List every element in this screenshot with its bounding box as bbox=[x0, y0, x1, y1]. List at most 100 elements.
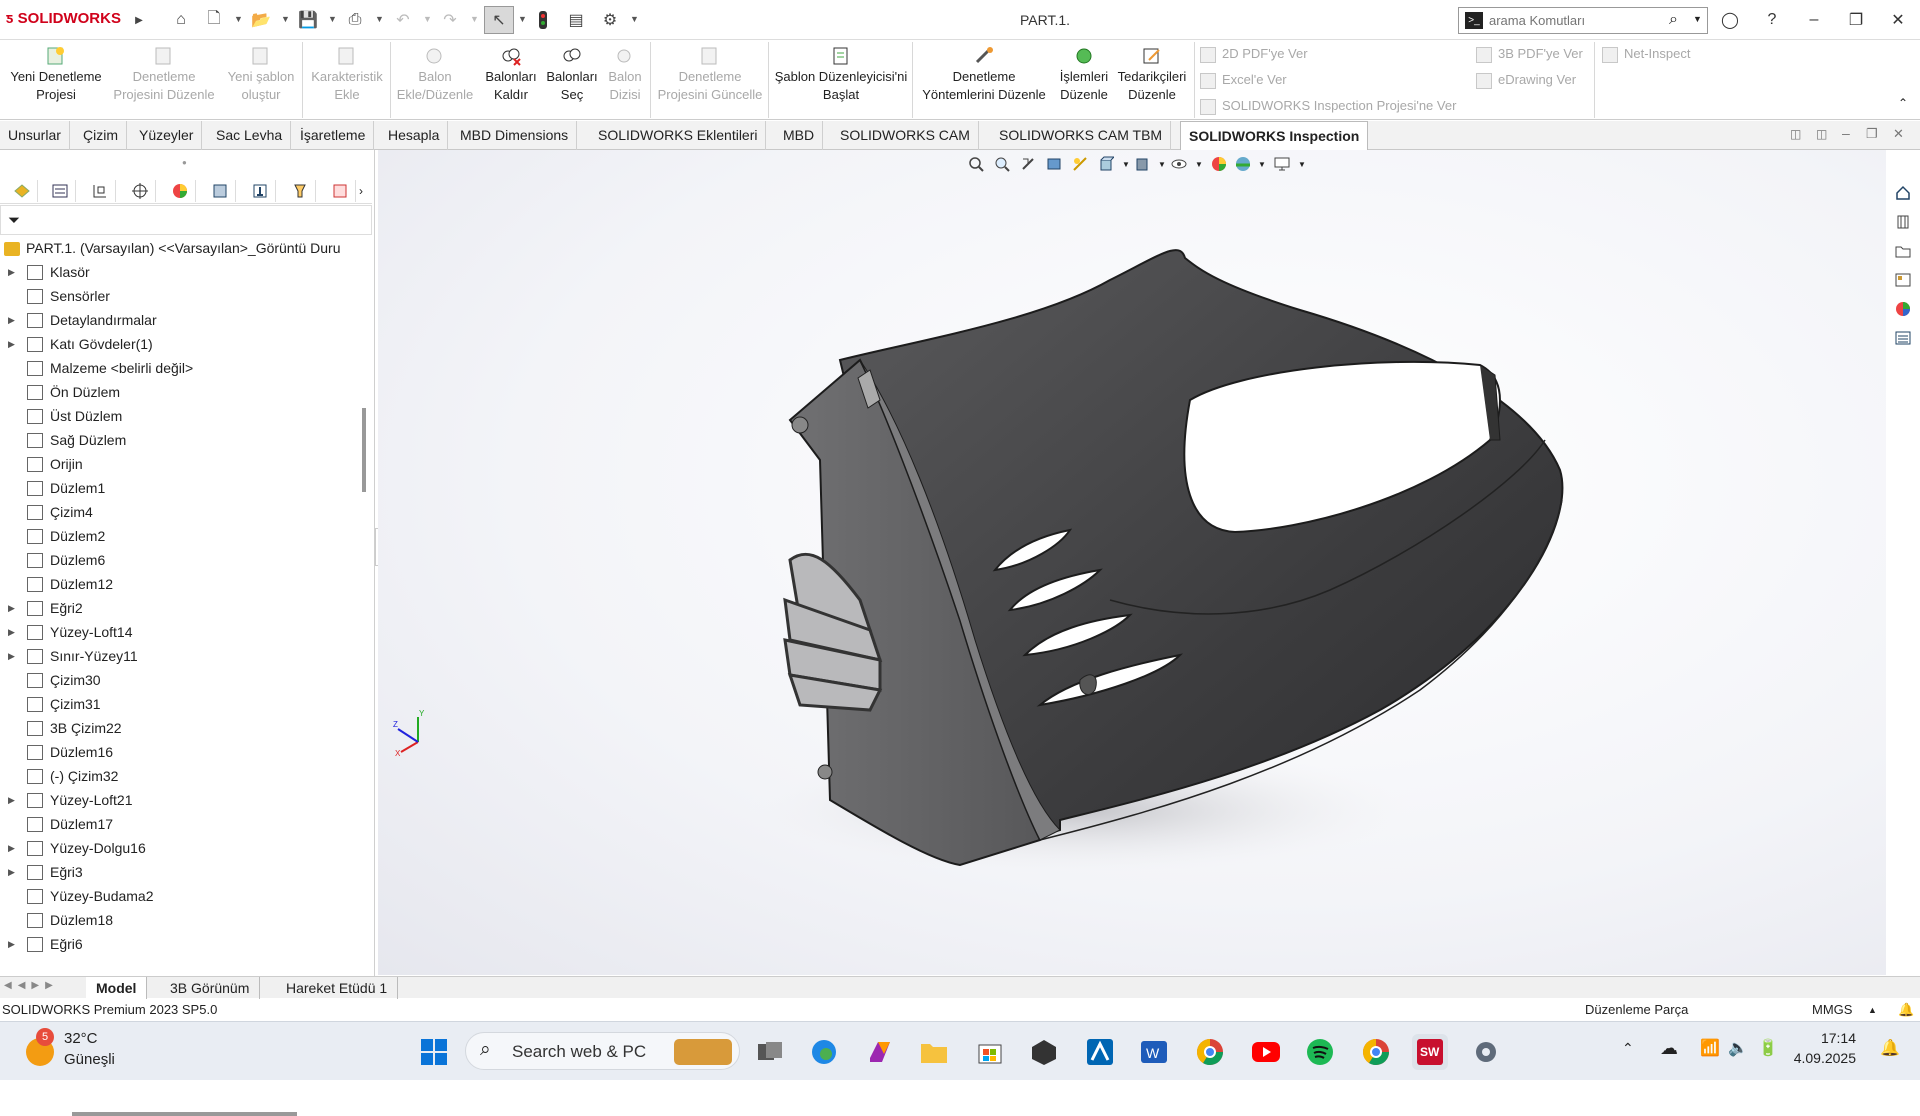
tree-item[interactable]: Düzlem16 bbox=[0, 740, 360, 764]
clock-date[interactable]: 4.09.2025 bbox=[1780, 1050, 1856, 1066]
volume-icon[interactable]: 🔈 bbox=[1728, 1038, 1748, 1058]
chevron-down-icon[interactable]: ▼ bbox=[1693, 14, 1702, 24]
tab-mbd-dimensions[interactable]: MBD Dimensions bbox=[452, 121, 578, 150]
redo-icon[interactable]: ↷ bbox=[439, 9, 461, 31]
dynamic-annotation-icon[interactable] bbox=[1069, 153, 1091, 175]
tree-vertical-scrollbar[interactable] bbox=[362, 408, 366, 492]
add-characteristic-button[interactable]: Karakteristik Ekle bbox=[306, 44, 388, 104]
panel-splitter-handle[interactable]: ● bbox=[182, 158, 187, 167]
new-template-button[interactable]: Yeni şablon oluştur bbox=[222, 44, 300, 104]
word-icon[interactable]: W bbox=[1136, 1034, 1172, 1070]
search-input[interactable] bbox=[1489, 13, 1659, 28]
tree-item[interactable]: Üst Düzlem bbox=[0, 404, 360, 428]
chevron-down-icon[interactable]: ▼ bbox=[1251, 153, 1273, 175]
tree-expand-arrow-icon[interactable]: ▶ bbox=[8, 836, 15, 860]
chevron-down-icon[interactable]: ▼ bbox=[281, 14, 290, 24]
cam-operation-tab-icon[interactable] bbox=[244, 180, 276, 202]
windows-start-icon[interactable] bbox=[416, 1034, 452, 1070]
hide-show-items-icon[interactable] bbox=[1168, 153, 1190, 175]
display-style-icon[interactable] bbox=[1131, 153, 1153, 175]
tree-item[interactable]: ▶ Eğri2 bbox=[0, 596, 360, 620]
tab-solidworks-cam[interactable]: SOLIDWORKS CAM bbox=[832, 121, 979, 150]
tree-item[interactable]: Malzeme <belirli değil> bbox=[0, 356, 360, 380]
add-balloon-button[interactable]: Balon Ekle/Düzenle bbox=[394, 44, 476, 104]
tree-item[interactable]: ▶ Eğri6 bbox=[0, 932, 360, 956]
graphics-viewport[interactable]: Y X Z bbox=[378, 150, 1886, 975]
tree-item[interactable]: Sağ Düzlem bbox=[0, 428, 360, 452]
tree-item[interactable]: Orijin bbox=[0, 452, 360, 476]
restore-document-icon[interactable]: ❐ bbox=[1866, 126, 1878, 142]
tree-item[interactable]: Çizim31 bbox=[0, 692, 360, 716]
chevron-down-icon[interactable]: ▼ bbox=[423, 14, 432, 24]
tree-expand-arrow-icon[interactable]: ▶ bbox=[8, 860, 15, 884]
tree-item[interactable]: ▶ Eğri3 bbox=[0, 860, 360, 884]
options-gear-icon[interactable]: ⚙ bbox=[599, 9, 621, 31]
export-edrawing-button[interactable]: eDrawing Ver bbox=[1476, 72, 1576, 89]
view-settings-monitor-icon[interactable] bbox=[1271, 153, 1293, 175]
onedrive-cloud-icon[interactable]: ☁ bbox=[1660, 1038, 1678, 1059]
chevron-down-icon[interactable]: ▼ bbox=[234, 14, 243, 24]
tree-item[interactable]: ▶ Klasör bbox=[0, 260, 360, 284]
tree-filter-box[interactable]: ⏷ bbox=[0, 205, 372, 235]
feature-manager-tab-icon[interactable] bbox=[6, 180, 38, 202]
select-cursor-icon[interactable]: ↖ bbox=[484, 6, 514, 34]
youtube-icon[interactable] bbox=[1248, 1034, 1284, 1070]
tray-overflow-chevron-icon[interactable]: ⌃ bbox=[1622, 1040, 1634, 1057]
edit-appearance-icon[interactable] bbox=[1208, 153, 1230, 175]
tree-item[interactable]: ▶ Yüzey-Loft21 bbox=[0, 788, 360, 812]
tab-model[interactable]: Model bbox=[86, 977, 148, 999]
collapse-ribbon-icon[interactable]: ⌃ bbox=[1898, 96, 1908, 110]
tab-sac-levha[interactable]: Sac Levha bbox=[208, 121, 292, 150]
clock-time[interactable]: 17:14 bbox=[1800, 1030, 1856, 1046]
chevron-down-icon[interactable]: ▼ bbox=[1291, 153, 1313, 175]
tab-hesapla[interactable]: Hesapla bbox=[380, 121, 449, 150]
copilot-icon[interactable] bbox=[862, 1034, 898, 1070]
file-explorer-taskbar-icon[interactable] bbox=[916, 1034, 952, 1070]
more-tabs-chevron-icon[interactable]: › bbox=[352, 180, 370, 202]
status-units[interactable]: MMGS bbox=[1812, 999, 1852, 1021]
edit-vendors-button[interactable]: Tedarikçileri Düzenle bbox=[1116, 44, 1188, 104]
tile-left-icon[interactable]: ◫ bbox=[1790, 127, 1801, 141]
tree-item[interactable]: ▶ Detaylandırmalar bbox=[0, 308, 360, 332]
chevron-down-icon[interactable]: ▼ bbox=[1188, 153, 1210, 175]
solidworks-logo[interactable]: ƽ SOLIDWORKS bbox=[6, 10, 121, 27]
chevron-down-icon[interactable]: ▼ bbox=[328, 14, 337, 24]
search-commands-box[interactable]: >_ ⌕ ▼ bbox=[1458, 7, 1708, 34]
tree-item[interactable]: Düzlem6 bbox=[0, 548, 360, 572]
appearances-scenes-icon[interactable] bbox=[1893, 299, 1913, 319]
user-account-icon[interactable]: ◯ bbox=[1713, 6, 1747, 34]
minimize-icon[interactable]: – bbox=[1797, 6, 1831, 34]
export-excel-button[interactable]: Excel'e Ver bbox=[1200, 72, 1287, 89]
tree-expand-arrow-icon[interactable]: ▶ bbox=[8, 260, 15, 284]
wifi-icon[interactable]: 📶 bbox=[1700, 1038, 1720, 1058]
iron-model-3d[interactable] bbox=[378, 150, 1886, 975]
tree-item[interactable]: Çizim4 bbox=[0, 500, 360, 524]
net-inspect-button[interactable]: Net-Inspect bbox=[1602, 46, 1690, 63]
tree-expand-arrow-icon[interactable]: ▶ bbox=[8, 332, 15, 356]
tile-right-icon[interactable]: ◫ bbox=[1816, 127, 1827, 141]
tab-mbd[interactable]: MBD bbox=[775, 121, 824, 150]
home-icon[interactable]: ⌂ bbox=[170, 9, 192, 31]
help-icon[interactable]: ? bbox=[1755, 6, 1789, 34]
remove-balloons-button[interactable]: Balonları Kaldır bbox=[478, 44, 544, 104]
tree-expand-arrow-icon[interactable]: ▶ bbox=[8, 644, 15, 668]
battery-icon[interactable]: 🔋 bbox=[1758, 1038, 1778, 1058]
tree-expand-arrow-icon[interactable]: ▶ bbox=[8, 620, 15, 644]
file-explorer-icon[interactable] bbox=[1893, 241, 1913, 261]
zoom-to-area-icon[interactable] bbox=[991, 153, 1013, 175]
balloon-array-button[interactable]: Balon Dizisi bbox=[602, 44, 648, 104]
tab-unsurlar[interactable]: Unsurlar bbox=[0, 121, 70, 150]
new-inspection-project-button[interactable]: Yeni Denetleme Projesi bbox=[4, 44, 108, 104]
edit-methods-button[interactable]: Denetleme Yöntemlerini Düzenle bbox=[916, 44, 1052, 104]
settings-gear-taskbar-icon[interactable] bbox=[1468, 1034, 1504, 1070]
taskbar-search-box[interactable]: ⌕ Search web & PC bbox=[465, 1032, 740, 1070]
tree-item[interactable]: ▶ Sınır-Yüzey11 bbox=[0, 644, 360, 668]
rebuild-icon[interactable] bbox=[532, 9, 554, 31]
section-view-icon[interactable] bbox=[1043, 153, 1065, 175]
tab-solidworks-inspection[interactable]: SOLIDWORKS Inspection bbox=[1180, 121, 1369, 150]
chevron-down-icon[interactable]: ▼ bbox=[630, 14, 639, 24]
edge-browser-icon[interactable] bbox=[806, 1034, 842, 1070]
autodesk-app-icon[interactable] bbox=[1082, 1034, 1118, 1070]
tree-item[interactable]: (-) Çizim32 bbox=[0, 764, 360, 788]
tree-item[interactable]: Düzlem18 bbox=[0, 908, 360, 932]
